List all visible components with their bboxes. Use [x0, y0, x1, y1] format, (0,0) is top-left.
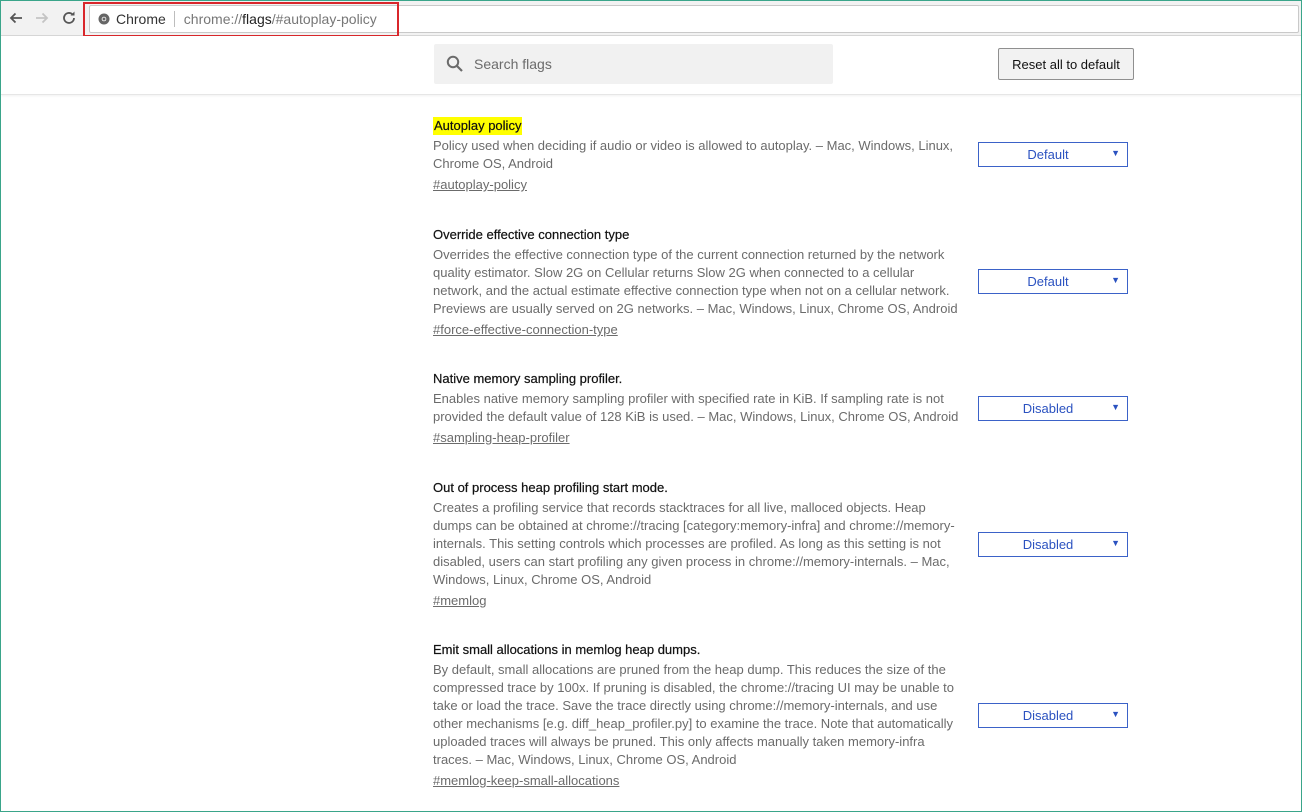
select-value: Disabled	[1022, 401, 1074, 416]
search-icon	[446, 55, 463, 72]
dropdown-arrow-icon: ▼	[1111, 402, 1120, 412]
select-value: Default	[1027, 274, 1069, 289]
experiment-select[interactable]: Disabled ▼	[978, 532, 1128, 557]
experiment-autoplay-policy: Autoplay policy Policy used when decidin…	[433, 117, 1133, 194]
experiment-permalink[interactable]: #memlog	[433, 592, 486, 610]
search-input[interactable]	[472, 55, 806, 73]
select-value: Disabled	[1022, 708, 1074, 723]
experiment-description: Policy used when deciding if audio or vi…	[433, 138, 954, 171]
forward-arrow-icon	[36, 12, 49, 24]
experiment-description: Creates a profiling service that records…	[433, 500, 955, 587]
dropdown-arrow-icon: ▼	[1111, 709, 1120, 719]
experiment-select[interactable]: Default ▼	[978, 269, 1128, 294]
experiment-permalink[interactable]: #force-effective-connection-type	[433, 321, 618, 339]
experiment-permalink[interactable]: #autoplay-policy	[433, 176, 527, 194]
experiment-title: Override effective connection type	[433, 227, 630, 242]
reload-icon	[63, 11, 75, 24]
dropdown-arrow-icon: ▼	[1111, 275, 1120, 285]
experiment-title: Emit small allocations in memlog heap du…	[433, 642, 701, 657]
experiment-title: Out of process heap profiling start mode…	[433, 480, 668, 495]
reload-button[interactable]	[57, 6, 81, 30]
experiment-permalink[interactable]: #sampling-heap-profiler	[433, 429, 570, 447]
experiment-connection-type: Override effective connection type Overr…	[433, 226, 1133, 339]
experiment-permalink[interactable]: #memlog-keep-small-allocations	[433, 772, 619, 790]
experiment-memlog-keep-small-allocations: Emit small allocations in memlog heap du…	[433, 641, 1133, 790]
back-arrow-icon	[9, 12, 22, 24]
flags-header: Reset all to default	[1, 36, 1301, 95]
experiment-description: Overrides the effective connection type …	[433, 247, 958, 316]
select-value: Disabled	[1022, 537, 1074, 552]
experiment-select[interactable]: Default ▼	[978, 142, 1128, 167]
back-button[interactable]	[4, 6, 28, 30]
select-value: Default	[1027, 147, 1069, 162]
reset-all-button[interactable]: Reset all to default	[998, 48, 1134, 80]
forward-button[interactable]	[30, 6, 54, 30]
experiment-description: By default, small allocations are pruned…	[433, 662, 954, 767]
experiment-title: Native memory sampling profiler.	[433, 371, 623, 386]
experiment-select[interactable]: Disabled ▼	[978, 703, 1128, 728]
experiment-title: Autoplay policy	[433, 117, 523, 135]
dropdown-arrow-icon: ▼	[1111, 148, 1120, 158]
experiment-select[interactable]: Disabled ▼	[978, 396, 1128, 421]
experiment-sampling-heap-profiler: Native memory sampling profiler. Enables…	[433, 370, 1133, 447]
address-bar-annotation-box	[83, 2, 399, 37]
dropdown-arrow-icon: ▼	[1111, 538, 1120, 548]
search-box[interactable]	[434, 44, 833, 84]
experiment-description: Enables native memory sampling profiler …	[433, 391, 959, 424]
experiment-memlog: Out of process heap profiling start mode…	[433, 479, 1133, 610]
